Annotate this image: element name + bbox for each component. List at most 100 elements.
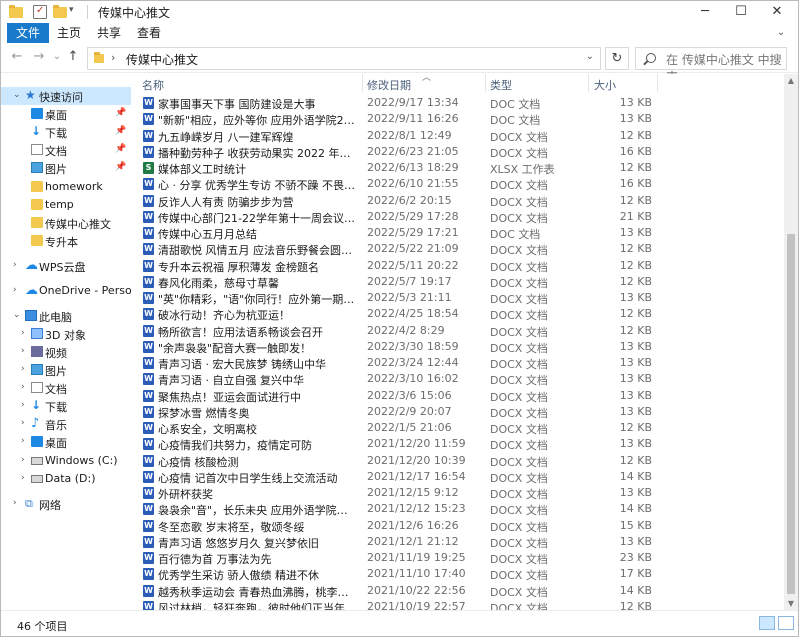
nav-item-drive-d[interactable]: › Data (D:) bbox=[1, 470, 131, 488]
large-icons-view-button[interactable] bbox=[778, 616, 794, 630]
tab-file[interactable]: 文件 bbox=[7, 23, 49, 43]
file-row[interactable]: W 清甜歌悦 风情五月 应法音乐野餐会圆满结束 2022/5/22 21:09 DOC… bbox=[132, 241, 784, 257]
new-folder-icon[interactable] bbox=[53, 5, 67, 19]
file-row[interactable]: W 心 · 分享 优秀学生专访 不骄不躁 不畏将来 2022/6/10 21:55 D… bbox=[132, 176, 784, 192]
nav-item-desktop[interactable]: 桌面 📌 bbox=[1, 105, 131, 123]
file-row[interactable]: W 反诈人人有责 防骗步步为营 2022/6/2 20:15 DOCX 文档 12 KB bbox=[132, 193, 784, 209]
file-row[interactable]: W "英"你精彩，"语"你同行！应外第一期英语角活... 2022/5/3 21:1… bbox=[132, 290, 784, 306]
nav-item-desktop-pc[interactable]: › 桌面 bbox=[1, 433, 131, 451]
file-row[interactable]: W 传媒中心五月月总结 2022/5/29 17:21 DOC 文档 13 KB bbox=[132, 225, 784, 241]
tab-home[interactable]: 主页 bbox=[53, 23, 85, 43]
expand-ribbon-icon[interactable]: ⌄ bbox=[771, 23, 791, 43]
file-row[interactable]: W "新新"相应，应外等你 应用外语学院2022级迎... 2022/9/11 16… bbox=[132, 111, 784, 127]
nav-item-documents-pc[interactable]: › 文档 bbox=[1, 379, 131, 397]
file-row[interactable]: W 越秀秋季运动会 青春热血沸腾，桃李喜迎校庆 2021/10/22 22:56 DO… bbox=[132, 583, 784, 599]
nav-item-documents[interactable]: 文档 📌 bbox=[1, 141, 131, 159]
nav-item-music[interactable]: › ♪ 音乐 bbox=[1, 415, 131, 433]
file-row[interactable]: W 风过林梢，轻狂奔跑，彼时他们正当年少 记应... 2021/10/19 22:5… bbox=[132, 599, 784, 610]
properties-icon[interactable]: ✓ bbox=[33, 5, 47, 19]
file-row[interactable]: S 媒体部义工时统计 2022/6/13 18:29 XLSX 工作表 12 KB bbox=[132, 160, 784, 176]
file-row[interactable]: W 畅所欲言！应用法语系畅谈会召开 2022/4/2 8:29 DOCX 文档 12 K… bbox=[132, 323, 784, 339]
file-name: 越秀秋季运动会 青春热血沸腾，桃李喜迎校庆 bbox=[158, 585, 358, 599]
scroll-up-icon[interactable]: ▲ bbox=[784, 76, 798, 85]
customize-toolbar-icon[interactable]: ▾ bbox=[69, 5, 83, 19]
folder-app-icon bbox=[9, 5, 23, 19]
file-row[interactable]: W 心系安全，文明离校 2022/1/5 21:06 DOCX 文档 12 KB bbox=[132, 420, 784, 436]
file-row[interactable]: W 心疫情 核酸检测 2021/12/20 10:39 DOCX 文档 12 KB bbox=[132, 453, 784, 469]
file-row[interactable]: W 家事国事天下事 国防建设是大事 2022/9/17 13:34 DOC 文档 13 … bbox=[132, 95, 784, 111]
file-row[interactable]: W 播种勤劳种子 收获劳动果实 2022 年暑期社会... 2022/6/23 21… bbox=[132, 144, 784, 160]
file-date: 2021/10/22 22:56 bbox=[367, 583, 466, 597]
nav-item-pictures[interactable]: 图片 📌 bbox=[1, 159, 131, 177]
forward-button[interactable]: → bbox=[31, 49, 47, 65]
file-row[interactable]: W 百行德为首 万事法为先 2021/11/19 19:25 DOCX 文档 23 KB bbox=[132, 550, 784, 566]
file-name: 心 · 分享 优秀学生专访 不骄不躁 不畏将来 bbox=[158, 179, 358, 193]
nav-item-videos[interactable]: › 视频 bbox=[1, 343, 131, 361]
file-row[interactable]: W 春风化雨柔，慈母寸草馨 2022/5/7 19:17 DOCX 文档 12 KB bbox=[132, 274, 784, 290]
tab-view[interactable]: 查看 bbox=[133, 23, 165, 43]
file-name: 传媒中心部门21-22学年第十一周会议记录 bbox=[158, 211, 358, 225]
file-row[interactable]: W 冬至恋歌 岁末将至，敬颂冬绥 2021/12/6 16:26 DOCX 文档 15 … bbox=[132, 518, 784, 534]
vertical-scrollbar[interactable]: ▲ ▼ bbox=[784, 74, 798, 610]
file-size: 12 KB bbox=[619, 274, 652, 288]
file-row[interactable]: W 传媒中心部门21-22学年第十一周会议记录 2022/5/29 17:28 DOC… bbox=[132, 209, 784, 225]
file-row[interactable]: W 心疫情我们共努力，疫情定可防 2021/12/20 11:59 DOCX 文档 13… bbox=[132, 436, 784, 452]
column-date[interactable]: 修改日期 bbox=[367, 77, 411, 93]
column-size[interactable]: 大小 bbox=[594, 77, 616, 93]
details-view-button[interactable] bbox=[759, 616, 775, 630]
nav-item-homework[interactable]: homework bbox=[1, 178, 131, 196]
pin-icon: 📌 bbox=[115, 162, 127, 172]
address-bar[interactable]: › 传媒中心推文 ⌄ bbox=[87, 47, 601, 70]
file-row[interactable]: W 聚焦热点！亚运会面试进行中 2022/3/6 15:06 DOCX 文档 13 KB bbox=[132, 388, 784, 404]
nav-item-this-pc[interactable]: ⌄ 此电脑 bbox=[1, 307, 131, 325]
nav-item-quick-access[interactable]: ⌄ ★ 快速访问 bbox=[1, 87, 131, 105]
file-name: 破冰行动！齐心为杭亚运！ bbox=[158, 309, 290, 323]
nav-item-temp[interactable]: temp bbox=[1, 196, 131, 214]
word-document-icon: W bbox=[143, 227, 154, 239]
file-row[interactable]: W 破冰行动！齐心为杭亚运！ 2022/4/25 18:54 DOCX 文档 12 KB bbox=[132, 306, 784, 322]
nav-item-media-center[interactable]: 传媒中心推文 bbox=[1, 214, 131, 232]
file-row[interactable]: W 外研杯获奖 2021/12/15 9:12 DOCX 文档 13 KB bbox=[132, 485, 784, 501]
file-row[interactable]: W 青声习语 · 自立自强 复兴中华 2022/3/10 16:02 DOCX 文档 1… bbox=[132, 371, 784, 387]
tab-share[interactable]: 共享 bbox=[93, 23, 125, 43]
file-row[interactable]: W 青声习语 · 宏大民族梦 铸绣山中华 2022/3/24 12:44 DOCX 文… bbox=[132, 355, 784, 371]
refresh-button[interactable]: ↻ bbox=[605, 47, 629, 70]
nav-item-3d-objects[interactable]: › 3D 对象 bbox=[1, 325, 131, 343]
nav-item-zhuanshengben[interactable]: 专升本 bbox=[1, 232, 131, 250]
search-input[interactable]: 在 传媒中心推文 中搜索 bbox=[635, 47, 787, 84]
file-row[interactable]: W 袅袅余"音"，长乐未央 应用外语学院十佳歌手... 2021/12/12 15:… bbox=[132, 501, 784, 517]
word-document-icon: W bbox=[143, 454, 154, 467]
address-dropdown-icon[interactable]: ⌄ bbox=[586, 51, 594, 62]
column-name[interactable]: 名称 bbox=[142, 77, 164, 93]
up-button[interactable]: ↑ bbox=[65, 49, 81, 65]
scroll-down-icon[interactable]: ▼ bbox=[784, 599, 798, 608]
file-row[interactable]: W 优秀学生采访 骄人傲绩 精进不休 2021/11/10 17:40 DOCX 文档… bbox=[132, 566, 784, 582]
file-row[interactable]: W 心疫情 记首次中日学生线上交流活动 2021/12/17 16:54 DOCX 文… bbox=[132, 469, 784, 485]
breadcrumb-chevron-icon[interactable]: › bbox=[111, 51, 115, 64]
back-button[interactable]: ← bbox=[9, 49, 25, 65]
recent-locations-button[interactable]: ⌄ bbox=[49, 49, 65, 65]
column-type[interactable]: 类型 bbox=[490, 77, 512, 93]
word-document-icon: W bbox=[143, 210, 154, 223]
scrollbar-thumb[interactable] bbox=[787, 234, 795, 594]
file-row[interactable]: W 专升本云祝福 厚积薄发 金榜题名 2022/5/11 20:22 DOCX 文档 1… bbox=[132, 258, 784, 274]
word-document-icon: W bbox=[143, 259, 154, 272]
nav-item-network[interactable]: › ⧉ 网络 bbox=[1, 495, 131, 513]
file-size: 13 KB bbox=[619, 96, 652, 109]
nav-item-downloads[interactable]: ↓ 下载 📌 bbox=[1, 123, 131, 141]
nav-item-drive-c[interactable]: › Windows (C:) bbox=[1, 452, 131, 470]
nav-item-pictures-pc[interactable]: › 图片 bbox=[1, 361, 131, 379]
close-button[interactable]: ✕ bbox=[754, 1, 798, 23]
breadcrumb-current[interactable]: 传媒中心推文 bbox=[126, 51, 198, 68]
file-row[interactable]: W 九五峥嵘岁月 八一建军辉煌 2022/8/1 12:49 DOCX 文档 12 KB bbox=[132, 128, 784, 144]
file-row[interactable]: W 青声习语 悠悠岁月久 复兴梦依旧 2021/12/1 21:12 DOCX 文档 1… bbox=[132, 534, 784, 550]
file-row[interactable]: W 探梦冰雪 燃情冬奥 2022/2/9 20:07 DOCX 文档 13 KB bbox=[132, 404, 784, 420]
file-date: 2022/3/24 12:44 bbox=[367, 356, 459, 369]
file-row[interactable]: W "余声袅袅"配音大赛一触即发！ 2022/3/30 18:59 DOCX 文档 13… bbox=[132, 339, 784, 355]
file-name: 百行德为首 万事法为先 bbox=[158, 553, 272, 566]
file-type: DOCX 文档 bbox=[490, 471, 548, 485]
pin-icon: 📌 bbox=[115, 144, 127, 154]
nav-item-wps-cloud[interactable]: › ☁ WPS云盘 bbox=[1, 257, 131, 275]
nav-item-downloads-pc[interactable]: › ↓ 下载 bbox=[1, 397, 131, 415]
nav-item-onedrive[interactable]: › ☁ OneDrive - Persona bbox=[1, 282, 131, 300]
